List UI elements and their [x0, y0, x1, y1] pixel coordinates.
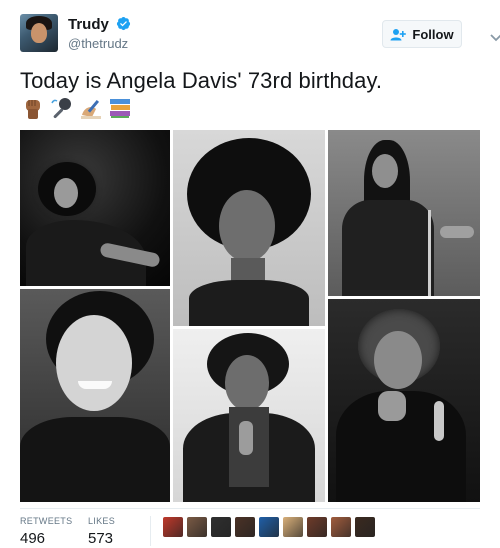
- photo-4-face: [56, 315, 132, 411]
- liker-avatar[interactable]: [307, 517, 327, 537]
- photo-3-mic-stand: [428, 210, 431, 296]
- display-name[interactable]: Trudy: [68, 16, 109, 33]
- retweets-stat[interactable]: RETWEETS 496: [20, 516, 72, 547]
- photo-6-hand: [378, 391, 406, 421]
- user-name-block[interactable]: Trudy @thetrudz: [68, 16, 131, 51]
- follow-label: Follow: [412, 26, 454, 42]
- writing-hand-icon: [78, 95, 104, 121]
- user-handle[interactable]: @thetrudz: [68, 36, 131, 51]
- liker-avatar[interactable]: [355, 517, 375, 537]
- photo-3[interactable]: [328, 130, 480, 296]
- retweets-count: 496: [20, 530, 46, 547]
- photo-6-face: [374, 331, 422, 389]
- photo-5-hand: [239, 421, 253, 455]
- microphone-icon: [49, 95, 75, 121]
- raised-fist-icon: [20, 95, 46, 121]
- stats-separator: [150, 516, 151, 546]
- photo-4-body: [20, 417, 170, 502]
- photo-6[interactable]: [328, 299, 480, 502]
- photo-3-hand: [440, 226, 474, 238]
- avatar[interactable]: [20, 14, 58, 52]
- verified-badge-icon: [117, 16, 131, 31]
- tweet-text: Today is Angela Davis' 73rd birthday.: [20, 68, 383, 93]
- likes-count: 573: [88, 530, 114, 547]
- books-icon: [107, 95, 133, 121]
- photo-grid: [20, 130, 480, 502]
- likes-label: LIKES: [88, 516, 116, 526]
- liker-avatar[interactable]: [187, 517, 207, 537]
- photo-3-face: [372, 154, 398, 188]
- likes-stat[interactable]: LIKES 573: [88, 516, 115, 547]
- photo-2-face: [219, 190, 275, 262]
- liker-avatar[interactable]: [331, 517, 351, 537]
- liker-avatar[interactable]: [283, 517, 303, 537]
- stats-divider: [20, 508, 480, 509]
- liker-avatar[interactable]: [211, 517, 231, 537]
- add-user-icon: [390, 28, 407, 40]
- follow-button[interactable]: Follow: [382, 20, 462, 48]
- photo-4[interactable]: [20, 289, 170, 502]
- photo-4-smile: [78, 381, 112, 389]
- liker-avatar[interactable]: [163, 517, 183, 537]
- liker-avatars: [163, 517, 375, 537]
- retweets-label: RETWEETS: [20, 516, 73, 526]
- liker-avatar[interactable]: [235, 517, 255, 537]
- photo-1-face: [54, 178, 78, 208]
- photo-6-microphone: [434, 401, 444, 441]
- tweet-header: Trudy @thetrudz Follow: [20, 14, 500, 58]
- liker-avatar[interactable]: [259, 517, 279, 537]
- photo-5-face: [225, 355, 269, 411]
- chevron-down-icon[interactable]: [490, 34, 500, 42]
- photo-2[interactable]: [173, 130, 325, 326]
- photo-5[interactable]: [173, 329, 325, 502]
- emoji-row: [20, 95, 133, 121]
- photo-2-body: [189, 280, 309, 326]
- photo-3-body: [342, 200, 434, 296]
- avatar-face: [31, 23, 47, 43]
- photo-1[interactable]: [20, 130, 170, 286]
